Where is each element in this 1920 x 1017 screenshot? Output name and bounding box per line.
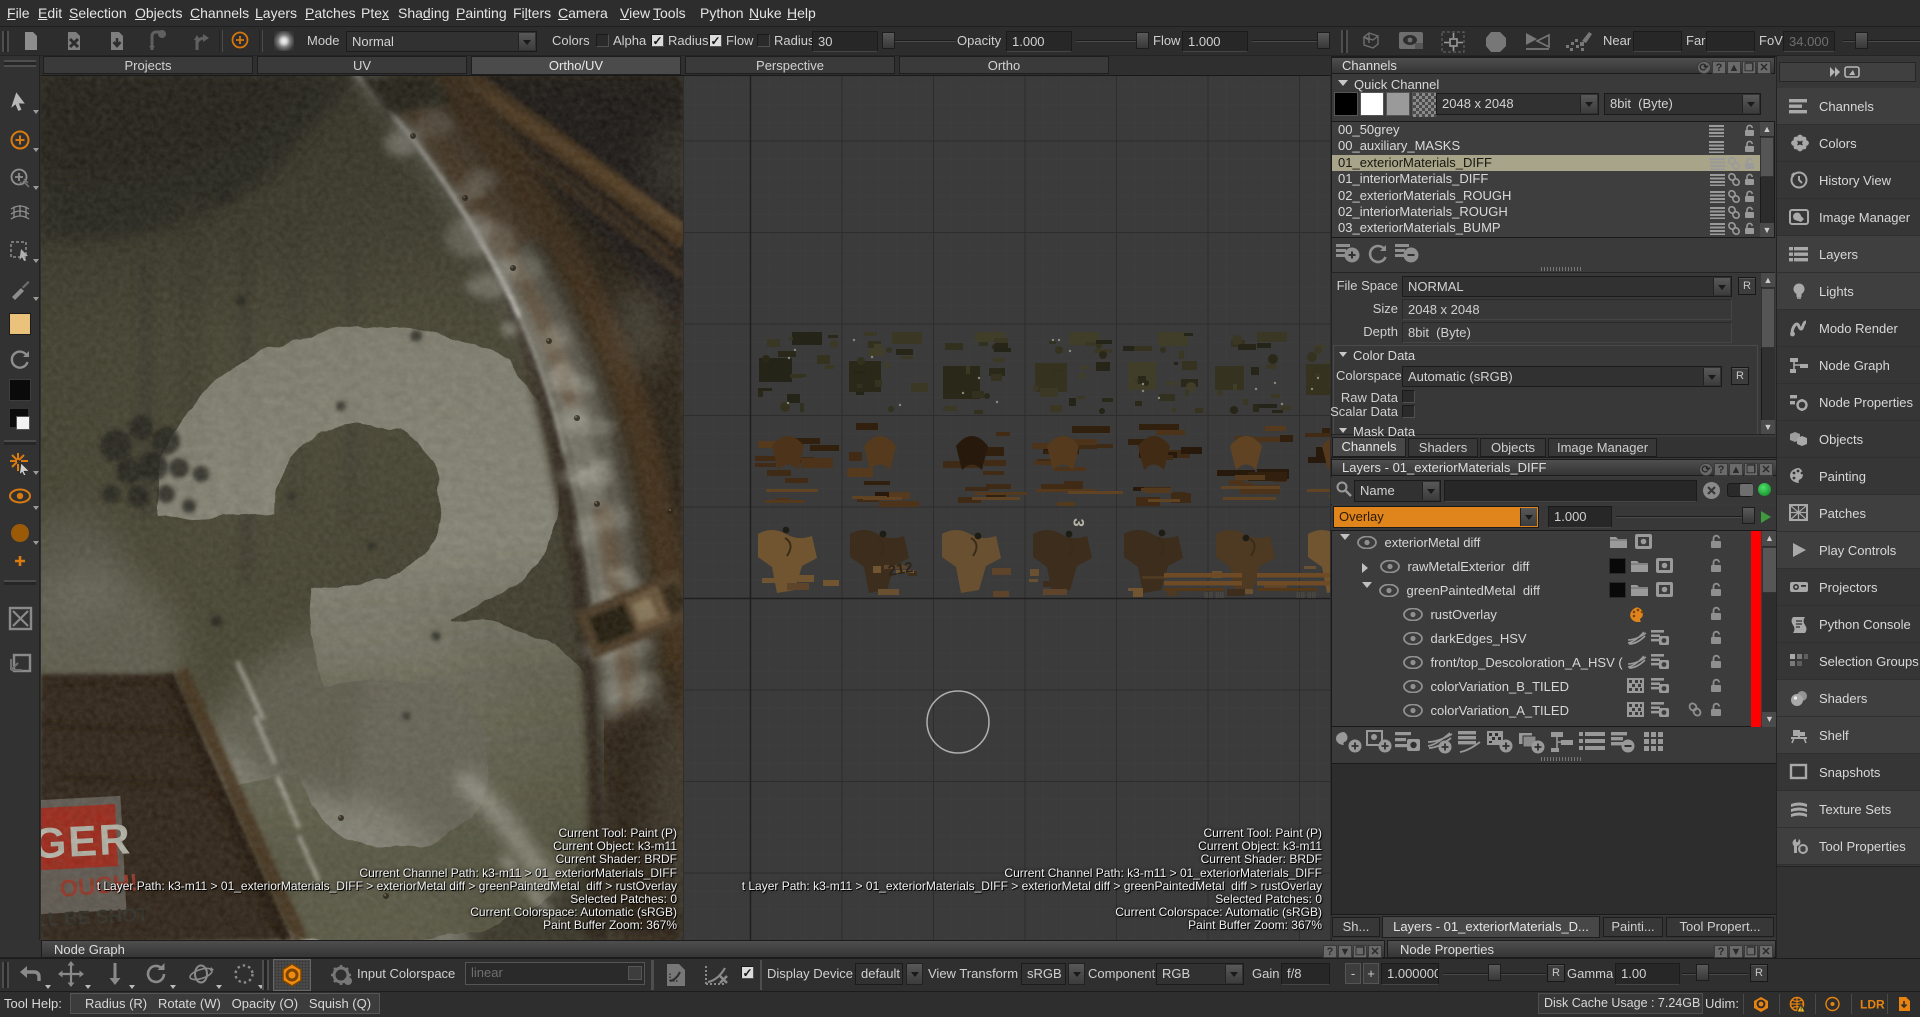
svg-text:LDR: LDR [1860,998,1885,1012]
svg-text:!: ! [1800,1006,1802,1012]
svg-text:88 88: 88 88 [1204,591,1225,600]
svg-text:3: 3 [1069,518,1087,528]
svg-text:88 88: 88 88 [1296,591,1317,600]
